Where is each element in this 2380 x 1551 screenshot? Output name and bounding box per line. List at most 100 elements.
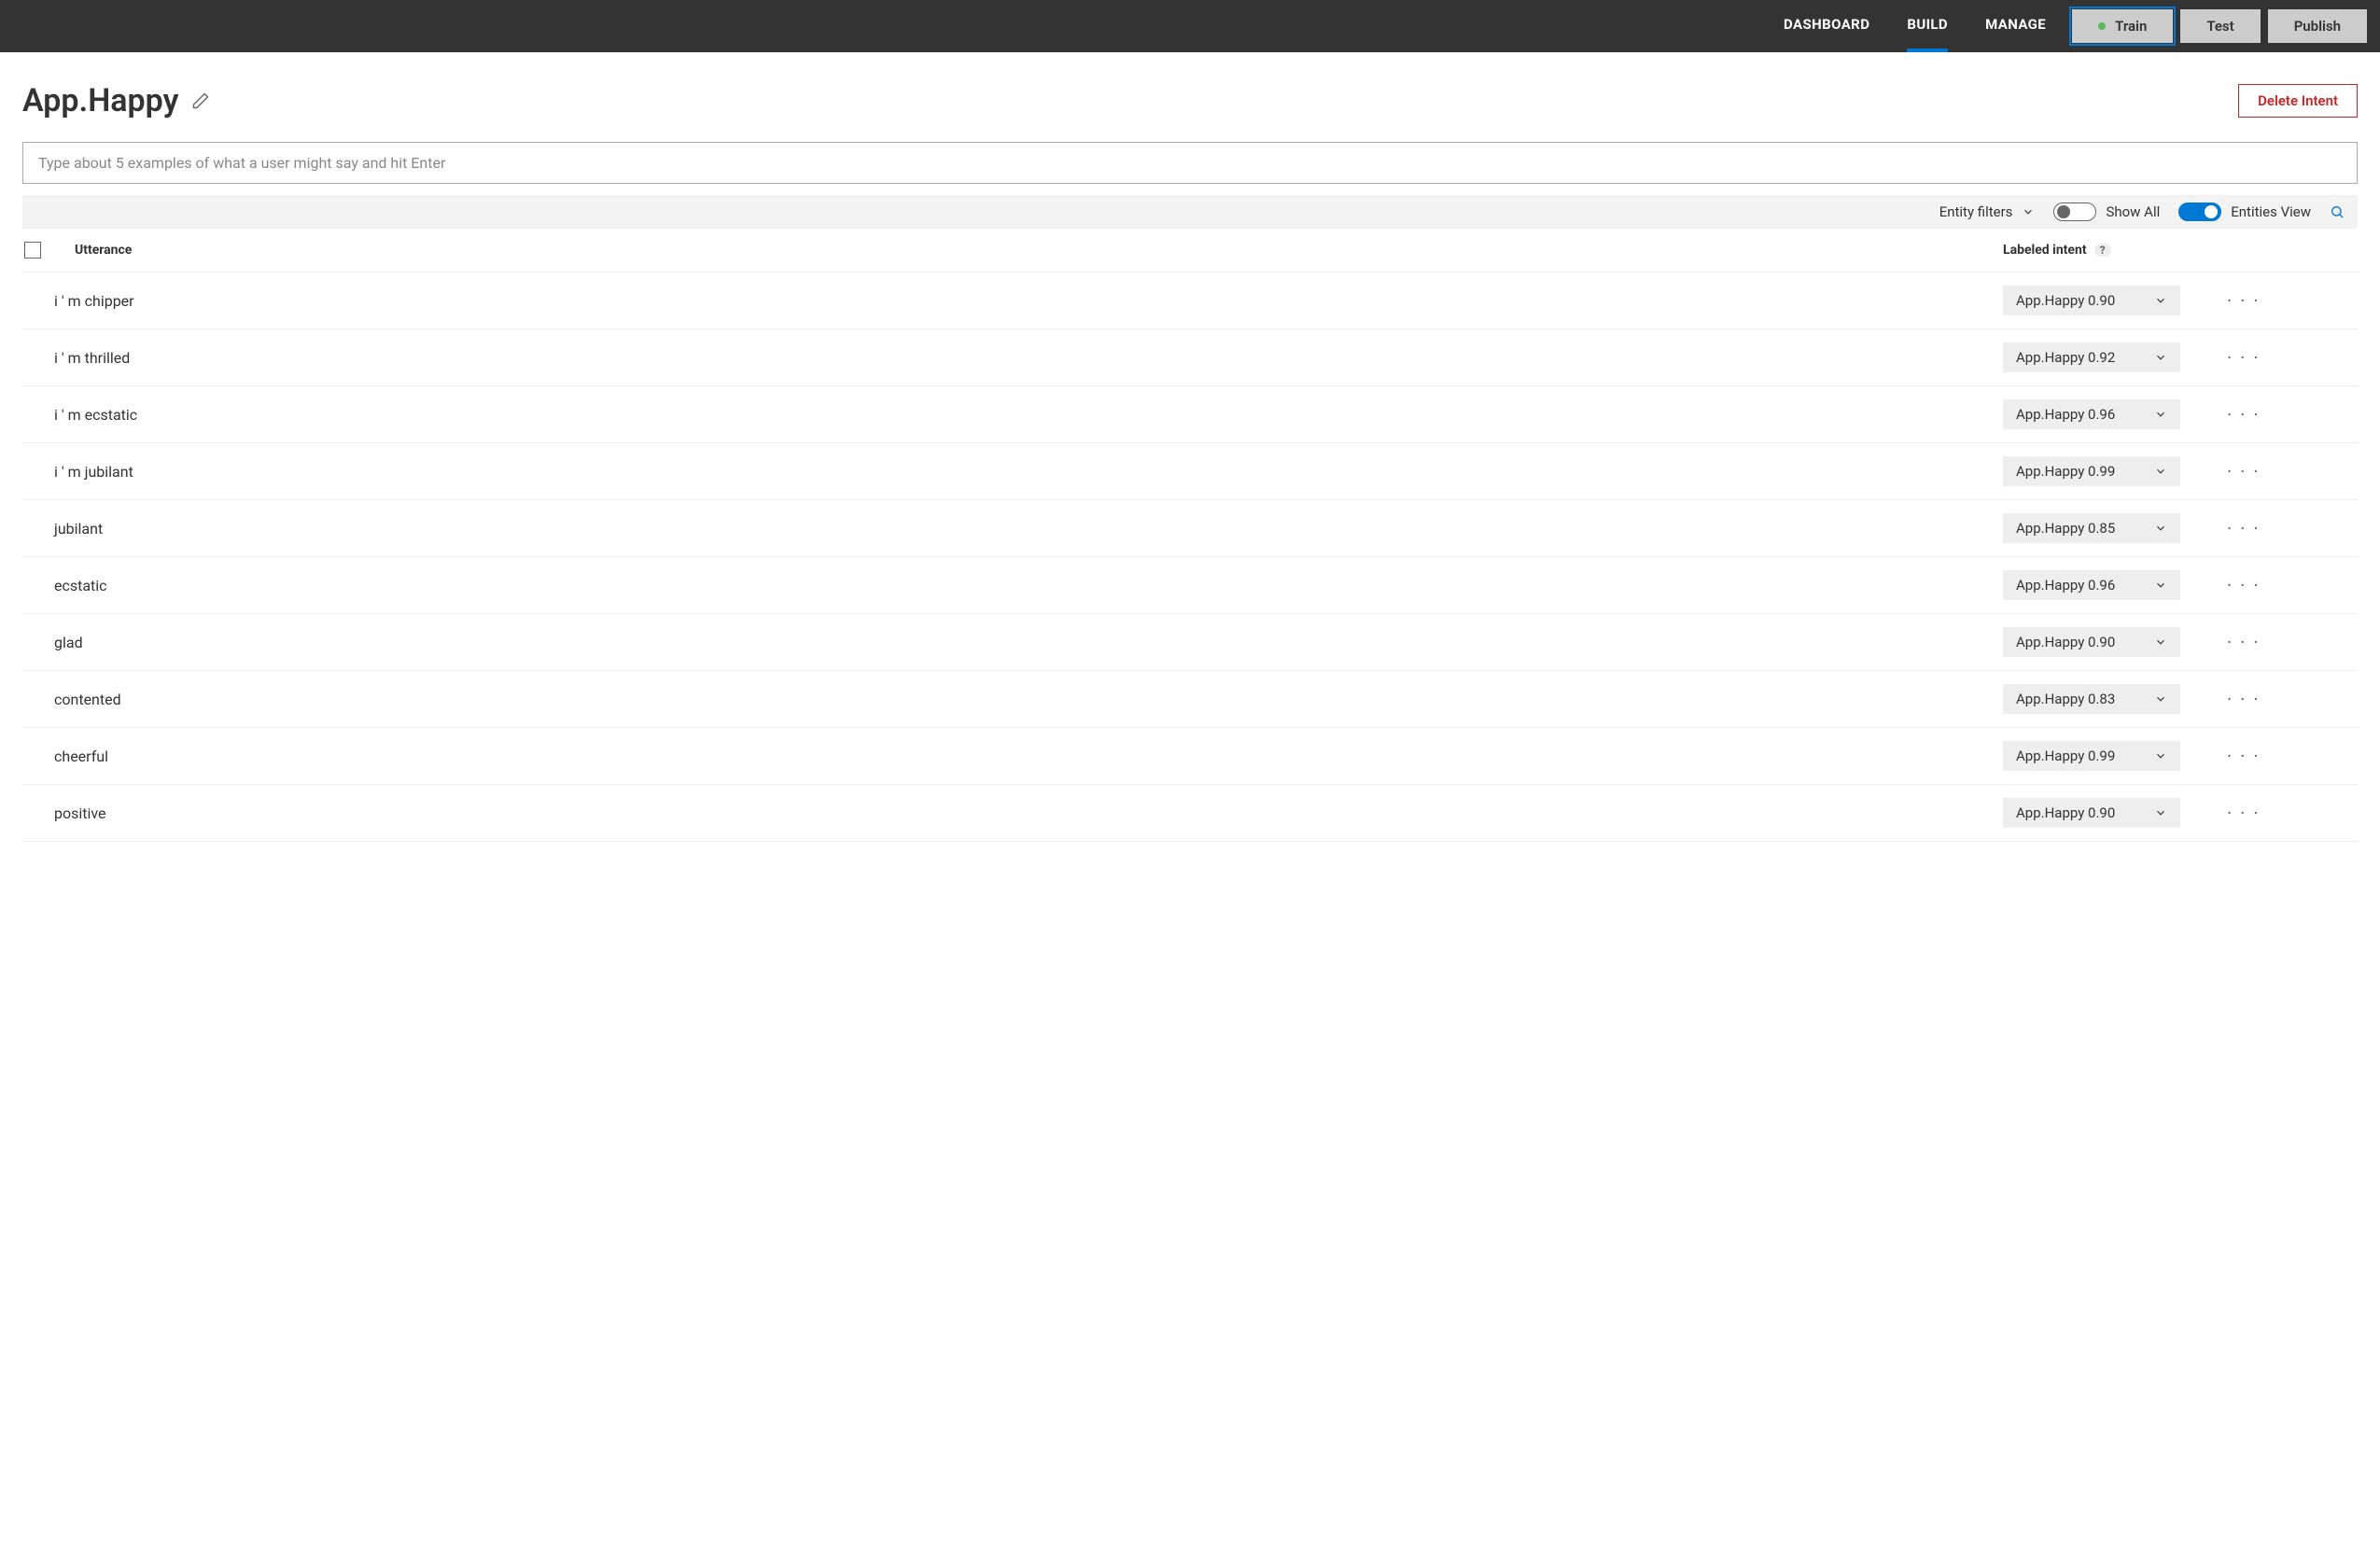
intent-dropdown[interactable]: App.Happy 0.90 — [2003, 798, 2180, 828]
help-icon[interactable]: ? — [2094, 244, 2111, 257]
chevron-down-icon — [2022, 205, 2035, 218]
labeled-intent-cell: App.Happy 0.99 · · · — [2003, 456, 2358, 486]
page-header: App.Happy Delete Intent — [22, 82, 2358, 119]
utterance-text[interactable]: i ' m jubilant — [22, 463, 2003, 481]
intent-label: App.Happy 0.90 — [2016, 634, 2115, 650]
intent-label: App.Happy 0.92 — [2016, 349, 2115, 366]
intent-dropdown[interactable]: App.Happy 0.90 — [2003, 286, 2180, 315]
pencil-icon[interactable] — [191, 91, 210, 110]
more-actions-icon[interactable]: · · · — [2227, 803, 2261, 822]
delete-intent-button[interactable]: Delete Intent — [2238, 84, 2358, 118]
nav-tab-build[interactable]: BUILD — [1907, 0, 1948, 52]
intent-dropdown[interactable]: App.Happy 0.99 — [2003, 456, 2180, 486]
chevron-down-icon — [2154, 408, 2167, 421]
entities-view-label: Entities View — [2231, 203, 2311, 220]
nav-actions: Train Test Publish — [2072, 9, 2367, 43]
intent-dropdown[interactable]: App.Happy 0.96 — [2003, 399, 2180, 429]
utterance-text[interactable]: i ' m chipper — [22, 292, 2003, 310]
intent-dropdown[interactable]: App.Happy 0.83 — [2003, 684, 2180, 714]
more-actions-icon[interactable]: · · · — [2227, 633, 2261, 651]
utterance-column-header: Utterance — [75, 243, 2003, 258]
nav-tab-dashboard[interactable]: DASHBOARD — [1784, 0, 1869, 52]
intent-dropdown[interactable]: App.Happy 0.99 — [2003, 741, 2180, 771]
utterance-rows: i ' m chipper App.Happy 0.90 · · · i ' m th… — [22, 272, 2358, 842]
train-status-dot-icon — [2098, 22, 2106, 30]
intent-dropdown[interactable]: App.Happy 0.92 — [2003, 342, 2180, 372]
labeled-intent-cell: App.Happy 0.99 · · · — [2003, 741, 2358, 771]
table-row: positive App.Happy 0.90 · · · — [22, 785, 2358, 842]
intent-label: App.Happy 0.90 — [2016, 292, 2115, 309]
utterance-text[interactable]: contented — [22, 691, 2003, 708]
content-area: App.Happy Delete Intent Entity filters S… — [0, 52, 2380, 842]
entities-view-toggle[interactable] — [2178, 203, 2221, 221]
labeled-intent-cell: App.Happy 0.96 · · · — [2003, 570, 2358, 600]
top-nav: DASHBOARD BUILD MANAGE Train Test Publish — [0, 0, 2380, 52]
example-input-wrap — [22, 142, 2358, 184]
utterance-text[interactable]: glad — [22, 634, 2003, 651]
entities-view-toggle-group: Entities View — [2178, 203, 2311, 221]
labeled-intent-cell: App.Happy 0.90 · · · — [2003, 798, 2358, 828]
chevron-down-icon — [2154, 749, 2167, 762]
more-actions-icon[interactable]: · · · — [2227, 462, 2261, 481]
page-title: App.Happy — [22, 82, 178, 119]
utterance-text[interactable]: i ' m thrilled — [22, 349, 2003, 367]
labeled-intent-cell: App.Happy 0.83 · · · — [2003, 684, 2358, 714]
chevron-down-icon — [2154, 465, 2167, 478]
more-actions-icon[interactable]: · · · — [2227, 405, 2261, 424]
publish-button[interactable]: Publish — [2268, 9, 2367, 43]
intent-label: App.Happy 0.83 — [2016, 691, 2115, 707]
train-button[interactable]: Train — [2072, 9, 2173, 43]
intent-dropdown[interactable]: App.Happy 0.96 — [2003, 570, 2180, 600]
table-row: jubilantApp.Happy 0.85 · · · — [22, 500, 2358, 557]
utterance-text[interactable]: positive — [22, 804, 2003, 822]
page-title-wrap: App.Happy — [22, 82, 210, 119]
labeled-intent-cell: App.Happy 0.92 · · · — [2003, 342, 2358, 372]
more-actions-icon[interactable]: · · · — [2227, 348, 2261, 367]
utterance-text[interactable]: i ' m ecstatic — [22, 406, 2003, 424]
more-actions-icon[interactable]: · · · — [2227, 747, 2261, 765]
labeled-intent-cell: App.Happy 0.85 · · · — [2003, 513, 2358, 543]
table-row: cheerful App.Happy 0.99 · · · — [22, 728, 2358, 785]
more-actions-icon[interactable]: · · · — [2227, 690, 2261, 708]
more-actions-icon[interactable]: · · · — [2227, 576, 2261, 594]
more-actions-icon[interactable]: · · · — [2227, 519, 2261, 538]
show-all-toggle-group: Show All — [2053, 203, 2160, 221]
labeled-intent-column-header: Labeled intent ? — [2003, 243, 2358, 258]
entity-filters-dropdown[interactable]: Entity filters — [1939, 203, 2036, 220]
utterance-text[interactable]: cheerful — [22, 748, 2003, 765]
table-row: i ' m chipper App.Happy 0.90 · · · — [22, 272, 2358, 329]
search-icon[interactable] — [2330, 204, 2345, 219]
table-header: Utterance Labeled intent ? — [22, 229, 2358, 272]
intent-label: App.Happy 0.99 — [2016, 463, 2115, 480]
chevron-down-icon — [2154, 294, 2167, 307]
filter-bar: Entity filters Show All Entities View — [22, 195, 2358, 229]
chevron-down-icon — [2154, 579, 2167, 592]
test-button[interactable]: Test — [2180, 9, 2260, 43]
show-all-label: Show All — [2106, 203, 2160, 220]
labeled-intent-header-text: Labeled intent — [2003, 243, 2087, 258]
example-input[interactable] — [22, 142, 2358, 184]
nav-tabs: DASHBOARD BUILD MANAGE — [1784, 0, 2046, 52]
chevron-down-icon — [2154, 636, 2167, 649]
intent-label: App.Happy 0.96 — [2016, 577, 2115, 594]
intent-dropdown[interactable]: App.Happy 0.90 — [2003, 627, 2180, 657]
more-actions-icon[interactable]: · · · — [2227, 291, 2261, 310]
intent-dropdown[interactable]: App.Happy 0.85 — [2003, 513, 2180, 543]
intent-label: App.Happy 0.99 — [2016, 748, 2115, 764]
intent-label: App.Happy 0.90 — [2016, 804, 2115, 821]
table-row: i ' m jubilant App.Happy 0.99 · · · — [22, 443, 2358, 500]
table-row: contented App.Happy 0.83 · · · — [22, 671, 2358, 728]
table-row: i ' m ecstatic App.Happy 0.96 · · · — [22, 386, 2358, 443]
train-button-label: Train — [2115, 18, 2147, 35]
show-all-toggle[interactable] — [2053, 203, 2096, 221]
entity-filters-label: Entity filters — [1939, 203, 2013, 220]
chevron-down-icon — [2154, 351, 2167, 364]
select-all-checkbox[interactable] — [24, 242, 41, 258]
utterance-text[interactable]: ecstatic — [22, 577, 2003, 594]
labeled-intent-cell: App.Happy 0.90 · · · — [2003, 286, 2358, 315]
intent-label: App.Happy 0.96 — [2016, 406, 2115, 423]
utterance-text[interactable]: jubilant — [22, 520, 2003, 538]
chevron-down-icon — [2154, 522, 2167, 535]
labeled-intent-cell: App.Happy 0.96 · · · — [2003, 399, 2358, 429]
nav-tab-manage[interactable]: MANAGE — [1985, 0, 2046, 52]
